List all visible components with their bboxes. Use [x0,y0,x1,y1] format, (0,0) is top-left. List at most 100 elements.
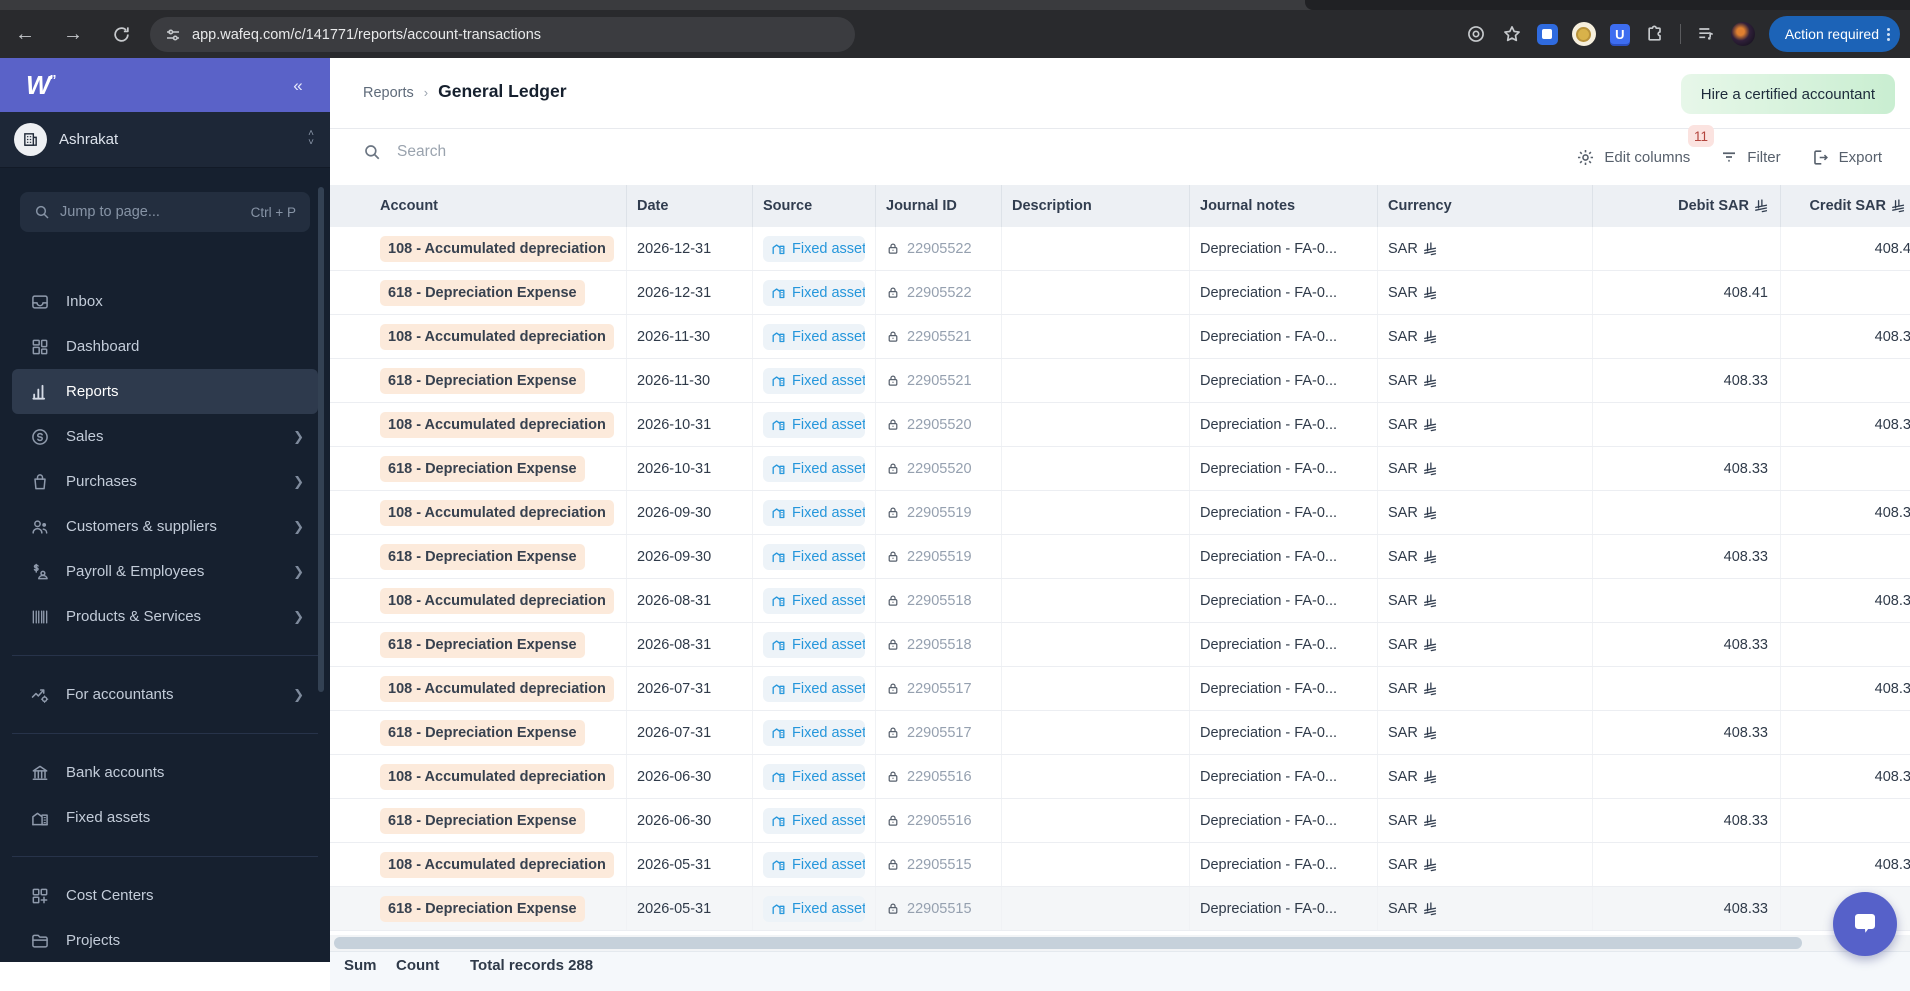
export-button[interactable]: Export [1811,148,1882,167]
source-link[interactable]: Fixed asset [763,455,865,482]
column-header-currency[interactable]: Currency [1378,185,1593,227]
source-link[interactable]: Fixed asset [763,543,865,570]
table-row[interactable]: 108 - Accumulated depreciation 2026-06-30… [330,755,1910,799]
forward-icon[interactable]: → [56,17,90,51]
source-link[interactable]: Fixed asset [763,763,865,790]
table-row[interactable]: 618 - Depreciation Expense 2026-12-31 Fixe… [330,271,1910,315]
reload-icon[interactable] [104,17,138,51]
column-header-journal_id[interactable]: Journal ID [876,185,1002,227]
search-input[interactable] [397,143,797,161]
cell-description [1002,403,1190,446]
action-required-button[interactable]: Action required [1768,16,1900,52]
source-link[interactable]: Fixed asset [763,851,865,878]
column-header-account[interactable]: Account [330,185,627,227]
kebab-menu-icon[interactable] [1887,27,1890,41]
source-link[interactable]: Fixed asset [763,631,865,658]
sidebar-item-dashboard[interactable]: Dashboard [12,324,318,369]
preview-eye-icon[interactable] [1465,23,1487,45]
table-row[interactable]: 108 - Accumulated depreciation 2026-05-31… [330,843,1910,887]
url-bar[interactable]: app.wafeq.com/c/141771/reports/account-t… [150,17,855,52]
profile-avatar[interactable] [1730,22,1755,46]
chat-widget-button[interactable] [1833,892,1897,956]
source-link[interactable]: Fixed asset [763,499,865,526]
source-link[interactable]: Fixed asset [763,587,865,614]
column-header-date[interactable]: Date [627,185,753,227]
sidebar-item-sales[interactable]: Sales ❯ [12,414,318,459]
cell-source[interactable]: Fixed asset [753,359,876,402]
extensions-puzzle-icon[interactable] [1644,23,1666,45]
sidebar-item-bank-accounts[interactable]: Bank accounts [12,750,318,795]
cell-source[interactable]: Fixed asset [753,535,876,578]
sidebar-scrollbar[interactable] [318,187,324,692]
back-icon[interactable]: ← [8,17,42,51]
hire-accountant-button[interactable]: Hire a certified accountant [1680,74,1895,114]
source-link[interactable]: Fixed asset [763,367,865,394]
extension-ublock-icon[interactable]: U [1609,24,1630,44]
sidebar-item-for-accountants[interactable]: For accountants ❯ [12,672,318,717]
cell-source[interactable]: Fixed asset [753,623,876,666]
cell-source[interactable]: Fixed asset [753,711,876,754]
table-row[interactable]: 618 - Depreciation Expense 2026-11-30 Fixe… [330,359,1910,403]
cell-source[interactable]: Fixed asset [753,755,876,798]
column-header-description[interactable]: Description [1002,185,1190,227]
sidebar-item-projects[interactable]: Projects [12,918,318,963]
cell-source[interactable]: Fixed asset [753,887,876,930]
cell-source[interactable]: Fixed asset [753,799,876,842]
table-row[interactable]: 108 - Accumulated depreciation 2026-11-30… [330,315,1910,359]
table-row[interactable]: 108 - Accumulated depreciation 2026-09-30… [330,491,1910,535]
url-text[interactable]: app.wafeq.com/c/141771/reports/account-t… [192,27,541,43]
source-link[interactable]: Fixed asset [763,235,865,262]
extension-blue-icon[interactable] [1536,23,1558,45]
column-header-debit[interactable]: Debit SAR [1593,185,1781,227]
source-link[interactable]: Fixed asset [763,323,865,350]
cell-source[interactable]: Fixed asset [753,403,876,446]
source-link[interactable]: Fixed asset [763,675,865,702]
table-row[interactable]: 618 - Depreciation Expense 2026-08-31 Fixe… [330,623,1910,667]
reading-list-icon[interactable] [1695,23,1717,45]
horizontal-scrollbar-track[interactable] [330,935,1910,951]
breadcrumb-reports-link[interactable]: Reports [363,85,414,101]
cell-source[interactable]: Fixed asset [753,315,876,358]
source-link[interactable]: Fixed asset [763,411,865,438]
site-info-icon[interactable] [164,26,182,44]
table-row[interactable]: 108 - Accumulated depreciation 2026-08-31… [330,579,1910,623]
table-row[interactable]: 108 - Accumulated depreciation 2026-12-31… [330,227,1910,271]
table-row[interactable]: 108 - Accumulated depreciation 2026-10-31… [330,403,1910,447]
cell-source[interactable]: Fixed asset [753,667,876,710]
sidebar-item-products-services[interactable]: Products & Services ❯ [12,594,318,639]
source-link[interactable]: Fixed asset [763,807,865,834]
fixed-asset-source-icon [771,285,786,300]
table-row[interactable]: 618 - Depreciation Expense 2026-05-31 Fixe… [330,887,1910,931]
source-link[interactable]: Fixed asset [763,895,865,922]
column-header-credit[interactable]: Credit SAR [1781,185,1910,227]
horizontal-scrollbar-thumb[interactable] [334,937,1802,949]
sidebar-item-payroll-employees[interactable]: Payroll & Employees ❯ [12,549,318,594]
sidebar-item-customers-suppliers[interactable]: Customers & suppliers ❯ [12,504,318,549]
cell-source[interactable]: Fixed asset [753,843,876,886]
filter-button[interactable]: Filter [1720,148,1781,166]
sidebar-item-inbox[interactable]: Inbox [12,279,318,324]
table-row[interactable]: 618 - Depreciation Expense 2026-09-30 Fixe… [330,535,1910,579]
sidebar-item-cost-centers[interactable]: Cost Centers [12,873,318,918]
source-link[interactable]: Fixed asset [763,279,865,306]
table-row[interactable]: 618 - Depreciation Expense 2026-07-31 Fixe… [330,711,1910,755]
extension-doge-icon[interactable] [1571,22,1596,46]
sidebar-item-fixed-assets[interactable]: Fixed assets [12,795,318,840]
column-header-journal_notes[interactable]: Journal notes [1190,185,1378,227]
table-row[interactable]: 108 - Accumulated depreciation 2026-07-31… [330,667,1910,711]
cell-source[interactable]: Fixed asset [753,271,876,314]
edit-columns-button[interactable]: Edit columns [1576,148,1690,167]
table-row[interactable]: 618 - Depreciation Expense 2026-06-30 Fixe… [330,799,1910,843]
fixed-asset-source-icon [771,725,786,740]
cell-credit: 408.41 [1874,240,1910,257]
cell-source[interactable]: Fixed asset [753,491,876,534]
table-row[interactable]: 618 - Depreciation Expense 2026-10-31 Fixe… [330,447,1910,491]
sidebar-item-purchases[interactable]: Purchases ❯ [12,459,318,504]
sidebar-item-reports[interactable]: Reports [12,369,318,414]
cell-source[interactable]: Fixed asset [753,579,876,622]
cell-source[interactable]: Fixed asset [753,447,876,490]
cell-source[interactable]: Fixed asset [753,227,876,270]
column-header-source[interactable]: Source [753,185,876,227]
source-link[interactable]: Fixed asset [763,719,865,746]
bookmark-star-icon[interactable] [1501,23,1523,45]
